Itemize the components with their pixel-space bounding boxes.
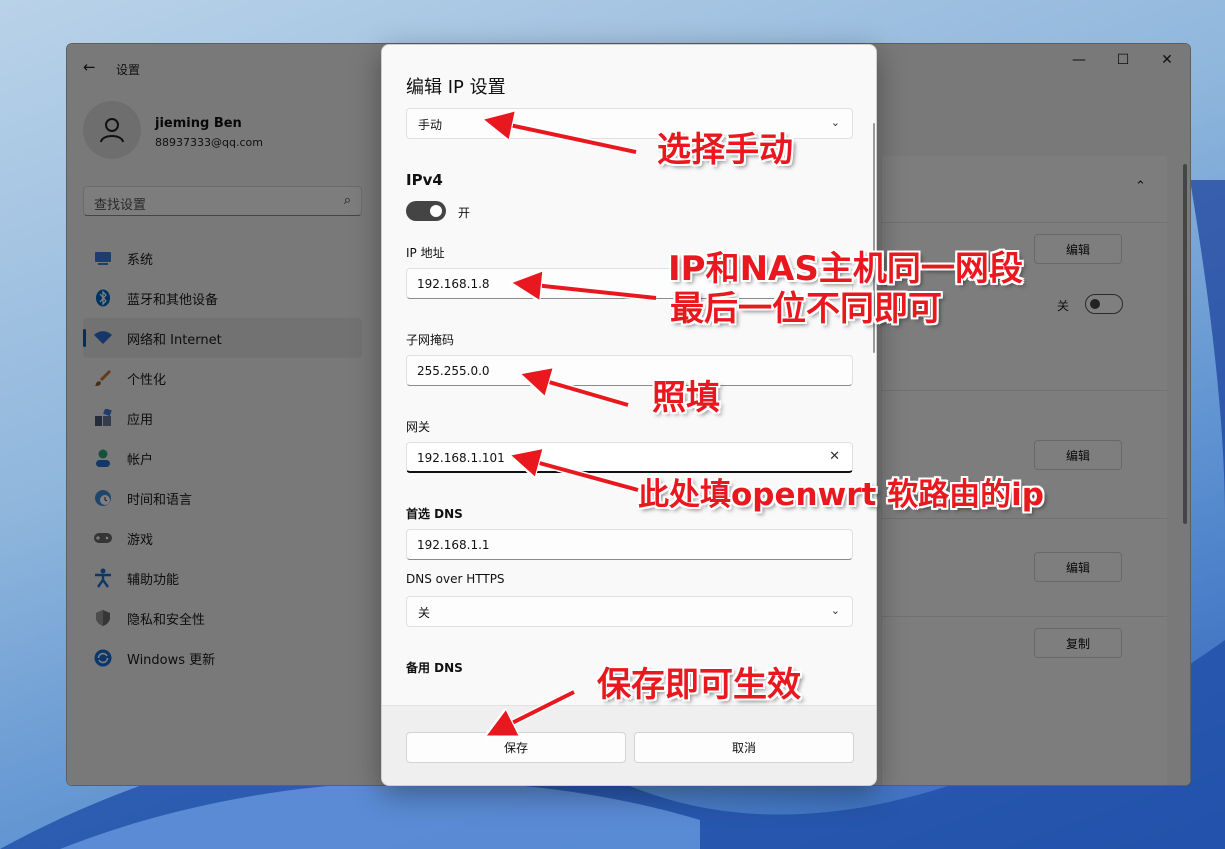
ip-mode-value: 手动 [418,118,443,132]
ip-address-label: IP 地址 [406,246,445,260]
ip-address-value: 192.168.1.8 [417,277,490,291]
dialog-title: 编辑 IP 设置 [406,77,506,98]
dns-over-https-label: DNS over HTTPS [406,572,505,586]
ipv4-heading: IPv4 [406,171,443,189]
ipv4-toggle-label: 开 [458,206,471,220]
annotation-select-manual: 选择手动 [657,130,793,170]
gateway-label: 网关 [406,420,431,434]
preferred-dns-input[interactable]: 192.168.1.1 [406,529,853,560]
annotation-save-note: 保存即可生效 [597,665,801,705]
subnet-mask-label: 子网掩码 [406,333,455,347]
dns-over-https-value: 关 [418,606,431,620]
chevron-down-icon: ⌄ [830,604,840,617]
preferred-dns-value: 192.168.1.1 [417,538,490,552]
subnet-mask-value: 255.255.0.0 [417,364,490,378]
annotation-fill-as-is: 照填 [652,378,720,418]
annotation-ip-line1: IP和NAS主机同一网段 [668,249,1023,289]
clear-icon[interactable]: ✕ [829,449,840,464]
cancel-button[interactable]: 取消 [634,732,854,763]
annotation-gateway-note: 此处填openwrt 软路由的ip [638,477,1044,513]
chevron-down-icon: ⌄ [830,116,840,129]
dialog-footer: 保存 取消 [382,705,876,785]
gateway-value: 192.168.1.101 [417,451,505,465]
dns-over-https-select[interactable]: 关 ⌄ [406,596,853,627]
alternate-dns-label: 备用 DNS [406,661,463,675]
subnet-mask-input[interactable]: 255.255.0.0 [406,355,853,386]
ipv4-toggle[interactable] [406,201,446,221]
annotation-ip-line2: 最后一位不同即可 [670,289,942,329]
save-button[interactable]: 保存 [406,732,626,763]
gateway-input[interactable]: 192.168.1.101 ✕ [406,442,853,473]
preferred-dns-label: 首选 DNS [406,507,463,521]
